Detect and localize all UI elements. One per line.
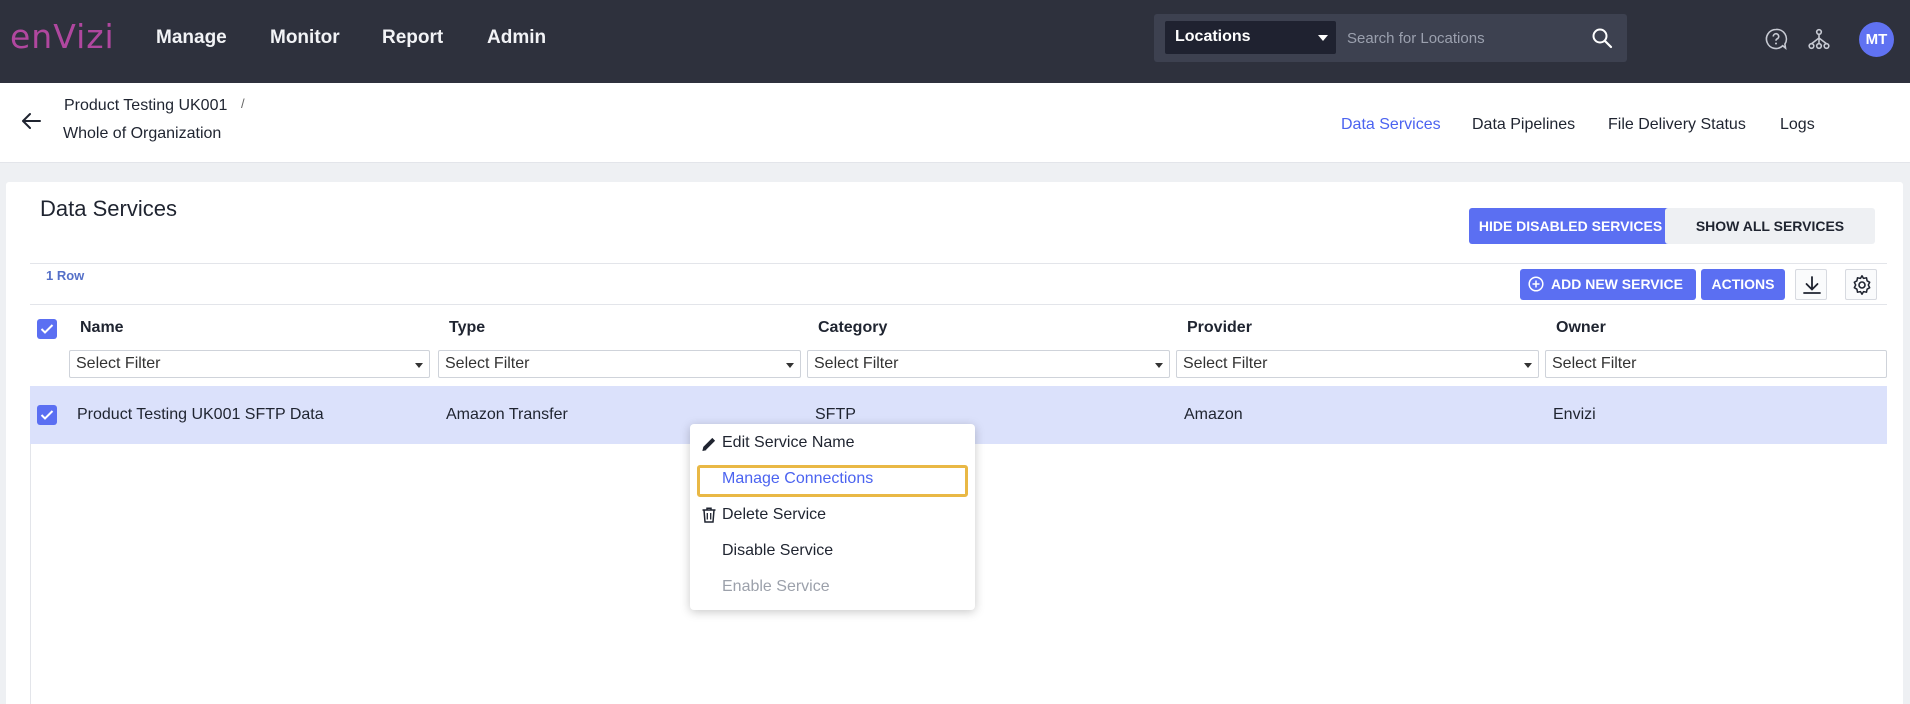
tab-data-pipelines[interactable]: Data Pipelines bbox=[1472, 116, 1575, 134]
column-header-name[interactable]: Name bbox=[80, 319, 124, 337]
row-count: 1 Row bbox=[46, 268, 85, 283]
menu-item-manage-connections[interactable]: Manage Connections bbox=[722, 470, 873, 488]
check-icon bbox=[40, 410, 54, 420]
add-new-service-label: ADD NEW SERVICE bbox=[1551, 276, 1683, 292]
search-input[interactable] bbox=[1347, 21, 1577, 55]
filter-provider[interactable]: Select Filter bbox=[1176, 350, 1539, 378]
user-avatar[interactable]: MT bbox=[1859, 22, 1894, 57]
download-icon bbox=[1803, 276, 1821, 294]
row-context-menu: Edit Service Name Manage Connections Del… bbox=[690, 424, 975, 610]
download-button[interactable] bbox=[1795, 269, 1827, 300]
page-title: Data Services bbox=[40, 196, 177, 221]
sub-header: Product Testing UK001 / Whole of Organiz… bbox=[0, 83, 1910, 163]
filter-name-value: Select Filter bbox=[76, 355, 161, 372]
add-circle-icon bbox=[1528, 276, 1544, 292]
back-arrow-icon[interactable] bbox=[20, 110, 42, 132]
menu-item-disable-service[interactable]: Disable Service bbox=[722, 542, 833, 560]
filter-type-value: Select Filter bbox=[445, 355, 530, 372]
filter-owner-value: Select Filter bbox=[1552, 355, 1637, 372]
show-all-services-button[interactable]: SHOW ALL SERVICES bbox=[1665, 208, 1875, 244]
filter-category-value: Select Filter bbox=[814, 355, 899, 372]
trash-icon bbox=[702, 507, 716, 523]
gear-icon bbox=[1853, 275, 1871, 295]
column-header-type[interactable]: Type bbox=[449, 319, 485, 337]
caret-down-icon bbox=[786, 363, 794, 368]
pencil-icon bbox=[702, 437, 716, 451]
tab-logs[interactable]: Logs bbox=[1780, 116, 1815, 134]
check-icon bbox=[40, 324, 54, 334]
toolbar-divider bbox=[30, 304, 1887, 305]
help-icon[interactable] bbox=[1764, 27, 1788, 51]
actions-button[interactable]: ACTIONS bbox=[1701, 269, 1785, 300]
cell-category: SFTP bbox=[815, 406, 856, 423]
envizi-logo[interactable]: enVizi bbox=[10, 17, 115, 56]
select-all-checkbox[interactable] bbox=[37, 319, 57, 339]
breadcrumb-location[interactable]: Whole of Organization bbox=[63, 125, 221, 143]
caret-down-icon bbox=[1155, 363, 1163, 368]
filter-category[interactable]: Select Filter bbox=[807, 350, 1170, 378]
nav-report[interactable]: Report bbox=[382, 27, 443, 49]
filter-type[interactable]: Select Filter bbox=[438, 350, 801, 378]
tab-file-delivery-status[interactable]: File Delivery Status bbox=[1608, 116, 1746, 134]
hide-disabled-services-button[interactable]: HIDE DISABLED SERVICES bbox=[1469, 208, 1672, 244]
breadcrumb-separator: / bbox=[241, 96, 245, 111]
cell-type: Amazon Transfer bbox=[446, 406, 568, 423]
nav-monitor[interactable]: Monitor bbox=[270, 27, 340, 49]
breadcrumb-organization[interactable]: Product Testing UK001 bbox=[64, 97, 227, 115]
tab-data-services[interactable]: Data Services bbox=[1341, 116, 1441, 134]
column-header-owner[interactable]: Owner bbox=[1556, 319, 1606, 337]
search-icon[interactable] bbox=[1591, 27, 1613, 49]
filter-provider-value: Select Filter bbox=[1183, 355, 1268, 372]
header-divider bbox=[30, 263, 1887, 264]
menu-item-delete-service[interactable]: Delete Service bbox=[722, 506, 826, 524]
menu-item-enable-service: Enable Service bbox=[722, 578, 830, 595]
settings-button[interactable] bbox=[1845, 269, 1877, 300]
caret-down-icon bbox=[1318, 35, 1328, 41]
menu-item-edit-service-name[interactable]: Edit Service Name bbox=[722, 434, 855, 452]
cell-provider: Amazon bbox=[1184, 406, 1243, 423]
cell-owner: Envizi bbox=[1553, 406, 1596, 423]
filter-name[interactable]: Select Filter bbox=[69, 350, 430, 378]
top-navbar: enVizi Manage Monitor Report Admin Locat… bbox=[0, 0, 1910, 83]
search-scope-select[interactable]: Locations bbox=[1165, 21, 1336, 54]
row-checkbox[interactable] bbox=[37, 405, 57, 425]
cell-name[interactable]: Product Testing UK001 SFTP Data bbox=[77, 406, 324, 424]
add-new-service-button[interactable]: ADD NEW SERVICE bbox=[1520, 269, 1696, 300]
column-header-provider[interactable]: Provider bbox=[1187, 319, 1252, 337]
hierarchy-icon[interactable] bbox=[1807, 27, 1831, 51]
nav-admin[interactable]: Admin bbox=[487, 27, 546, 49]
filter-owner[interactable]: Select Filter bbox=[1545, 350, 1887, 378]
caret-down-icon bbox=[1524, 363, 1532, 368]
caret-down-icon bbox=[415, 363, 423, 368]
nav-manage[interactable]: Manage bbox=[156, 27, 227, 49]
column-header-category[interactable]: Category bbox=[818, 319, 887, 337]
global-search: Locations bbox=[1154, 14, 1627, 62]
search-scope-value: Locations bbox=[1175, 28, 1251, 45]
table-left-border bbox=[30, 444, 31, 704]
